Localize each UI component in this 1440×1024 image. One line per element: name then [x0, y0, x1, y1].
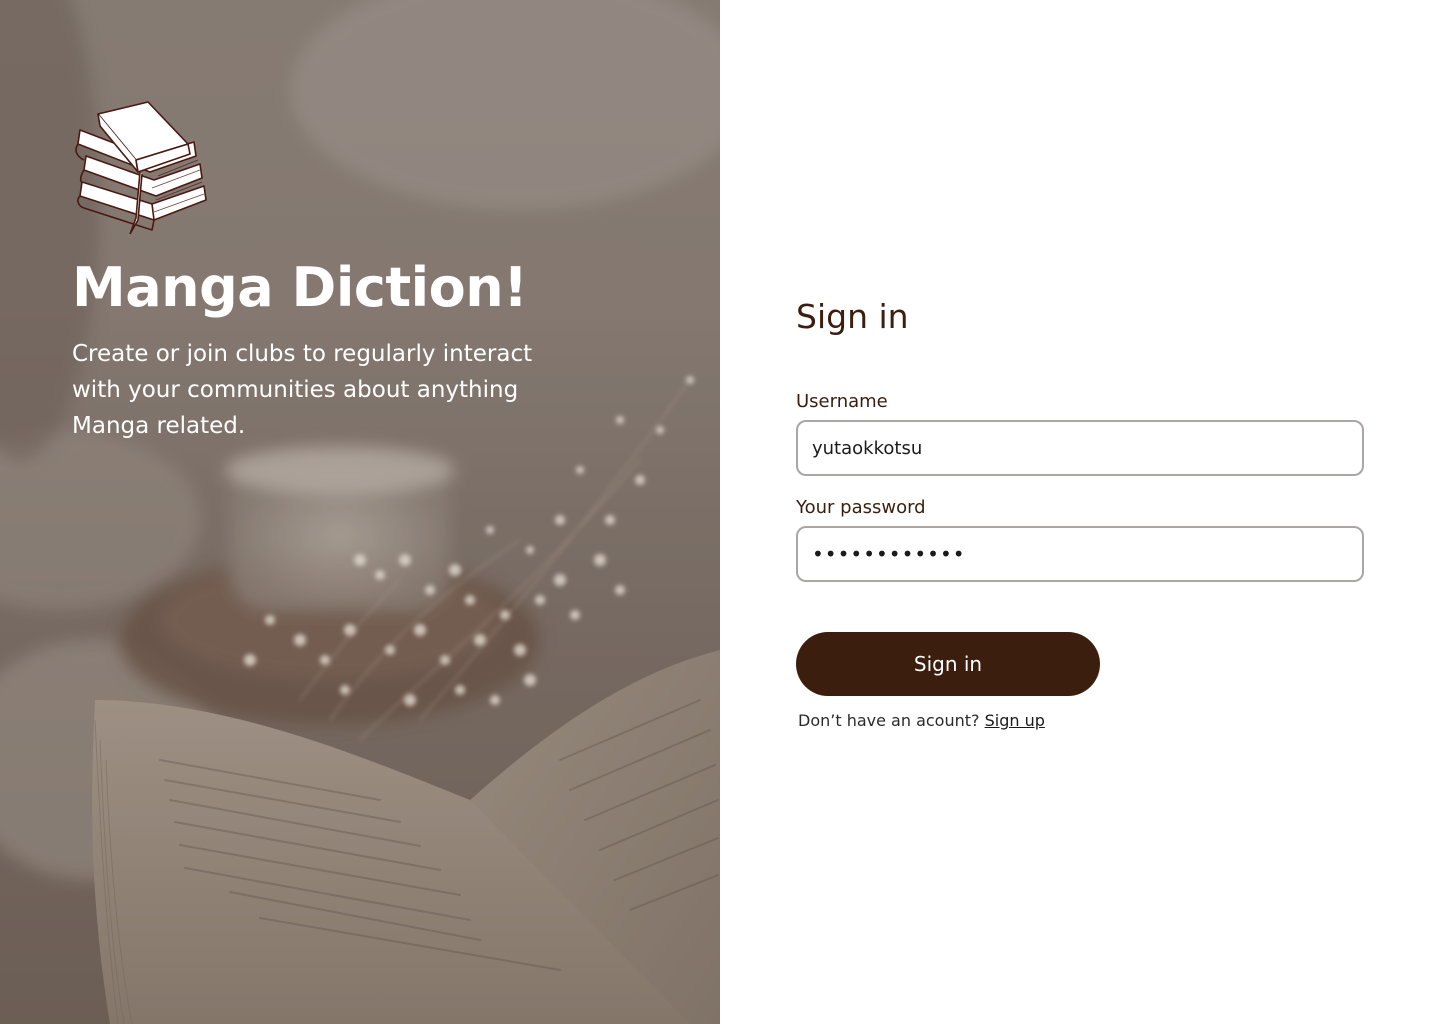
- password-input[interactable]: [796, 526, 1364, 582]
- hero-panel: Manga Diction! Create or join clubs to r…: [0, 0, 720, 1024]
- sign-up-link[interactable]: Sign up: [985, 711, 1045, 730]
- username-label: Username: [796, 391, 888, 412]
- form-title: Sign in: [796, 297, 909, 336]
- stacked-books-icon: [75, 101, 207, 234]
- sign-in-form: Sign in Username Your password Sign in D…: [796, 294, 1364, 732]
- signup-prompt-text: Don’t have an acount?: [798, 711, 980, 730]
- sign-in-page: Manga Diction! Create or join clubs to r…: [0, 0, 1440, 1024]
- hero-content: Manga Diction! Create or join clubs to r…: [72, 100, 592, 444]
- app-title: Manga Diction!: [72, 256, 528, 319]
- signup-prompt-row: Don’t have an acount? Sign up: [798, 710, 1364, 732]
- username-input[interactable]: [796, 420, 1364, 476]
- sign-in-panel: Sign in Username Your password Sign in D…: [720, 0, 1440, 1024]
- app-tagline: Create or join clubs to regularly intera…: [72, 341, 533, 439]
- sign-in-button[interactable]: Sign in: [796, 632, 1100, 696]
- password-label: Your password: [796, 497, 926, 518]
